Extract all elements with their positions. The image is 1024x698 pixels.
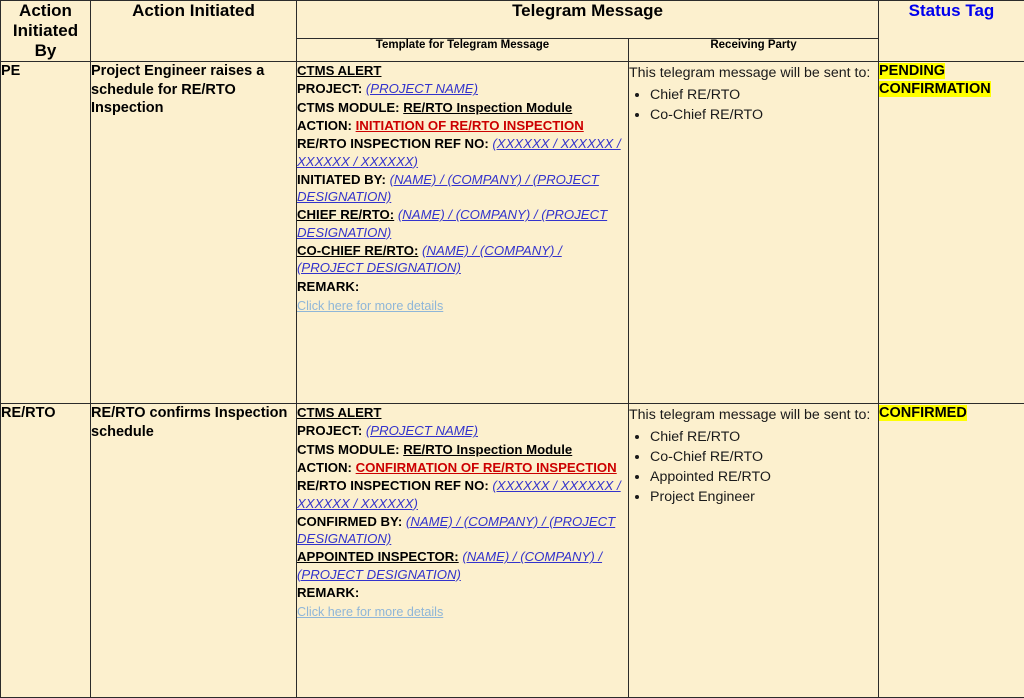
template-project-line: PROJECT: (PROJECT NAME) — [297, 422, 628, 439]
template-field-line: CO-CHIEF RE/RTO: (NAME) / (COMPANY) / (P… — [297, 242, 628, 277]
template-project-line: PROJECT: (PROJECT NAME) — [297, 80, 628, 97]
column-header-template-for-telegram-message: Template for Telegram Message — [297, 38, 629, 61]
template-ref-line: RE/RTO INSPECTION REF NO: (XXXXXX / XXXX… — [297, 477, 628, 512]
cell-receiving-party: This telegram message will be sent to: C… — [629, 62, 879, 404]
template-field-line: CHIEF RE/RTO: (NAME) / (COMPANY) / (PROJ… — [297, 206, 628, 241]
initiated-by-value: RE/RTO — [1, 404, 90, 422]
header-row-primary: Action Initiated By Action Initiated Tel… — [1, 1, 1024, 39]
template-action-line: ACTION: CONFIRMATION OF RE/RTO INSPECTIO… — [297, 459, 628, 476]
table-row: PE Project Engineer raises a schedule fo… — [1, 62, 1024, 404]
table-body: PE Project Engineer raises a schedule fo… — [1, 62, 1024, 698]
cell-action-initiated: RE/RTO confirms Inspection schedule — [91, 404, 297, 698]
list-item: Chief RE/RTO — [650, 86, 878, 105]
more-details-link[interactable]: Click here for more details — [297, 604, 443, 620]
template-title: CTMS ALERT — [297, 62, 628, 79]
telegram-template-body: CTMS ALERT PROJECT: (PROJECT NAME) CTMS … — [297, 62, 628, 314]
status-badge: CONFIRMED — [879, 404, 1024, 422]
column-header-action-initiated: Action Initiated — [91, 1, 297, 62]
list-item: Appointed RE/RTO — [650, 468, 878, 487]
receiving-party-block: This telegram message will be sent to: C… — [629, 404, 878, 506]
more-details-link[interactable]: Click here for more details — [297, 298, 443, 314]
template-field-line: CONFIRMED BY: (NAME) / (COMPANY) / (PROJ… — [297, 513, 628, 548]
column-header-action-initiated-by: Action Initiated By — [1, 1, 91, 62]
action-initiated-description: Project Engineer raises a schedule for R… — [91, 62, 296, 118]
column-header-telegram-message: Telegram Message — [297, 1, 879, 39]
template-field-line: INITIATED BY: (NAME) / (COMPANY) / (PROJ… — [297, 171, 628, 206]
action-initiated-description: RE/RTO confirms Inspection schedule — [91, 404, 296, 441]
template-action-line: ACTION: INITIATION OF RE/RTO INSPECTION — [297, 117, 628, 134]
cell-telegram-template: CTMS ALERT PROJECT: (PROJECT NAME) CTMS … — [297, 62, 629, 404]
telegram-template-body: CTMS ALERT PROJECT: (PROJECT NAME) CTMS … — [297, 404, 628, 621]
template-remark-line: REMARK: — [297, 278, 628, 295]
initiated-by-value: PE — [1, 62, 90, 80]
template-remark-line: REMARK: — [297, 584, 628, 601]
cell-receiving-party: This telegram message will be sent to: C… — [629, 404, 879, 698]
template-module-line: CTMS MODULE: RE/RTO Inspection Module — [297, 441, 628, 458]
list-item: Project Engineer — [650, 488, 878, 507]
template-title: CTMS ALERT — [297, 404, 628, 421]
header-line-3: By — [1, 41, 90, 61]
table-header: Action Initiated By Action Initiated Tel… — [1, 1, 1024, 62]
status-badge: PENDING CONFIRMATION — [879, 62, 1024, 98]
list-item: Co-Chief RE/RTO — [650, 448, 878, 467]
template-ref-line: RE/RTO INSPECTION REF NO: (XXXXXX / XXXX… — [297, 135, 628, 170]
header-line-2: Initiated — [1, 21, 90, 41]
receiving-party-list: Chief RE/RTO Co-Chief RE/RTO — [629, 86, 878, 125]
cell-telegram-template: CTMS ALERT PROJECT: (PROJECT NAME) CTMS … — [297, 404, 629, 698]
template-module-line: CTMS MODULE: RE/RTO Inspection Module — [297, 99, 628, 116]
table-row: RE/RTO RE/RTO confirms Inspection schedu… — [1, 404, 1024, 698]
telegram-message-matrix-table: Action Initiated By Action Initiated Tel… — [0, 0, 1024, 698]
cell-status-tag: PENDING CONFIRMATION — [879, 62, 1024, 404]
column-header-receiving-party: Receiving Party — [629, 38, 879, 61]
status-badge-text: PENDING CONFIRMATION — [879, 63, 991, 97]
receiving-party-intro: This telegram message will be sent to: — [629, 64, 878, 83]
list-item: Co-Chief RE/RTO — [650, 106, 878, 125]
receiving-party-intro: This telegram message will be sent to: — [629, 406, 878, 425]
receiving-party-block: This telegram message will be sent to: C… — [629, 62, 878, 125]
receiving-party-list: Chief RE/RTO Co-Chief RE/RTO Appointed R… — [629, 428, 878, 507]
cell-initiated-by: PE — [1, 62, 91, 404]
cell-initiated-by: RE/RTO — [1, 404, 91, 698]
cell-action-initiated: Project Engineer raises a schedule for R… — [91, 62, 297, 404]
template-field-line: APPOINTED INSPECTOR: (NAME) / (COMPANY) … — [297, 548, 628, 583]
header-line-1: Action — [1, 1, 90, 21]
column-header-status-tag: Status Tag — [879, 1, 1024, 62]
list-item: Chief RE/RTO — [650, 428, 878, 447]
status-badge-text: CONFIRMED — [879, 405, 967, 421]
cell-status-tag: CONFIRMED — [879, 404, 1024, 698]
